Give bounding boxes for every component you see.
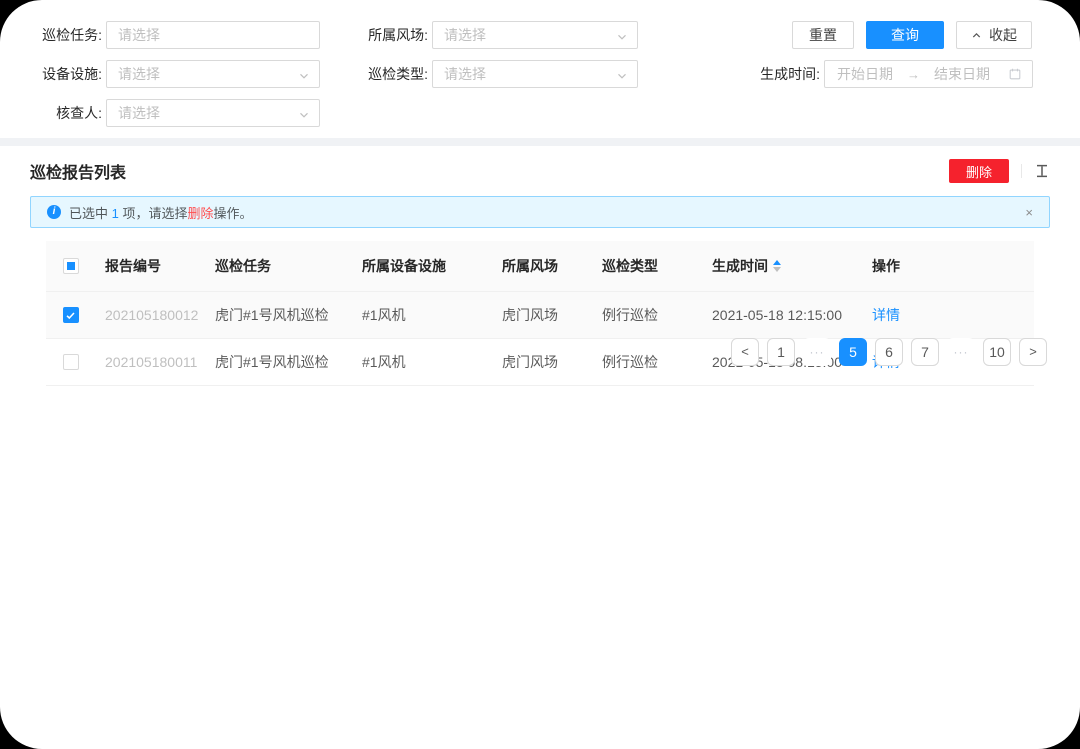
row-checkbox-cell [46, 338, 95, 385]
alert-text: 已选中 1 项，请选择删除操作。 [69, 203, 253, 222]
collapse-label: 收起 [989, 25, 1017, 45]
chevron-up-icon [971, 30, 982, 41]
select-all-cell [46, 241, 95, 291]
time-label: 生成时间: [745, 60, 820, 88]
equipment-cell: #1风机 [352, 338, 492, 385]
type-cell: 例行巡检 [592, 338, 702, 385]
table-row: 202105180012虎门#1号风机巡检#1风机虎门风场例行巡检2021-05… [46, 291, 1034, 338]
pagination: <1 ··· 567 ··· 10 > [731, 338, 1047, 366]
equipment-label: 设备设施: [22, 60, 102, 88]
time-cell: 2021-05-18 12:15:00 [702, 291, 862, 338]
filter-row-1: 巡检任务: 所属风场: 重置 查询 收起 [0, 21, 1080, 49]
start-date-placeholder[interactable]: 开始日期 [837, 64, 893, 84]
farm-label: 所属风场: [348, 21, 428, 49]
action-cell: 详情 [862, 291, 1034, 338]
filter-row-2: 设备设施: 巡检类型: 生成时间: 开始日期 → 结束日期 [0, 60, 1080, 88]
equipment-select[interactable] [106, 60, 320, 88]
verifier-label: 核查人: [22, 99, 102, 127]
task-label: 巡检任务: [22, 21, 102, 49]
page-title: 巡检报告列表 [30, 159, 126, 183]
pagination-page-10[interactable]: 10 [983, 338, 1011, 366]
row-checkbox[interactable] [63, 307, 79, 323]
farm-cell: 虎门风场 [492, 338, 592, 385]
task-select[interactable] [106, 21, 320, 49]
pagination-ellipsis[interactable]: ··· [803, 338, 831, 366]
end-date-placeholder[interactable]: 结束日期 [934, 64, 990, 84]
check-icon [65, 310, 76, 321]
delete-button[interactable]: 删除 [949, 159, 1009, 183]
pagination-page-7[interactable]: 7 [911, 338, 939, 366]
column-action: 操作 [862, 241, 1034, 291]
list-toolbar: 删除 [949, 159, 1050, 183]
sort-icons [773, 260, 781, 272]
report-number-cell: 202105180012 [95, 291, 205, 338]
range-arrow-icon: → [907, 67, 920, 82]
verifier-input[interactable] [107, 100, 319, 126]
selected-count: 1 [112, 206, 119, 221]
time-range-picker[interactable]: 开始日期 → 结束日期 [824, 60, 1033, 88]
column-report-no: 报告编号 [95, 241, 205, 291]
caret-down-icon [773, 267, 781, 272]
reset-button[interactable]: 重置 [792, 21, 854, 49]
indeterminate-mark [67, 262, 75, 270]
table-header: 报告编号 巡检任务 所属设备设施 所属风场 巡检类型 生成时间 [46, 241, 1034, 291]
verifier-select[interactable] [106, 99, 320, 127]
pagination-prev[interactable]: < [731, 338, 759, 366]
task-cell: 虎门#1号风机巡检 [205, 291, 352, 338]
row-checkbox[interactable] [63, 354, 79, 370]
filter-actions: 重置 查询 收起 [792, 21, 1032, 49]
delete-action-text: 删除 [187, 206, 213, 221]
caret-up-icon [773, 260, 781, 265]
detail-link[interactable]: 详情 [872, 307, 900, 323]
column-time-sortable[interactable]: 生成时间 [702, 241, 862, 291]
farm-input[interactable] [433, 22, 637, 48]
column-type: 巡检类型 [592, 241, 702, 291]
column-equipment: 所属设备设施 [352, 241, 492, 291]
list-header: 巡检报告列表 删除 [30, 159, 1050, 183]
pagination-page-6[interactable]: 6 [875, 338, 903, 366]
toolbar-divider [1021, 164, 1022, 178]
equipment-cell: #1风机 [352, 291, 492, 338]
type-label: 巡检类型: [348, 60, 428, 88]
farm-select[interactable] [432, 21, 638, 49]
type-input[interactable] [433, 61, 637, 87]
row-checkbox-cell [46, 291, 95, 338]
calendar-icon [1008, 67, 1022, 81]
collapse-button[interactable]: 收起 [956, 21, 1032, 49]
pagination-ellipsis[interactable]: ··· [947, 338, 975, 366]
app-window: 巡检任务: 所属风场: 重置 查询 收起 设备设施: [0, 0, 1080, 749]
column-task: 巡检任务 [205, 241, 352, 291]
selection-alert: i 已选中 1 项，请选择删除操作。 × [30, 196, 1050, 228]
filter-form: 巡检任务: 所属风场: 重置 查询 收起 设备设施: [0, 0, 1080, 138]
pagination-page-5[interactable]: 5 [839, 338, 867, 366]
section-divider [0, 138, 1080, 146]
column-farm: 所属风场 [492, 241, 592, 291]
type-cell: 例行巡检 [592, 291, 702, 338]
type-select[interactable] [432, 60, 638, 88]
column-time-label: 生成时间 [712, 256, 768, 276]
pagination-page-1[interactable]: 1 [767, 338, 795, 366]
select-all-checkbox[interactable] [63, 258, 79, 274]
equipment-input[interactable] [107, 61, 319, 87]
close-icon[interactable]: × [1025, 206, 1033, 219]
report-list-section: 巡检报告列表 删除 i 已选中 1 项，请选择删除操作。 × [0, 159, 1080, 386]
search-button[interactable]: 查询 [866, 21, 944, 49]
farm-cell: 虎门风场 [492, 291, 592, 338]
pagination-next[interactable]: > [1019, 338, 1047, 366]
task-input[interactable] [107, 22, 319, 48]
task-cell: 虎门#1号风机巡检 [205, 338, 352, 385]
info-icon: i [47, 205, 61, 219]
filter-row-3: 核查人: [0, 99, 1080, 127]
report-number-cell: 202105180011 [95, 338, 205, 385]
column-height-icon[interactable] [1034, 163, 1050, 179]
